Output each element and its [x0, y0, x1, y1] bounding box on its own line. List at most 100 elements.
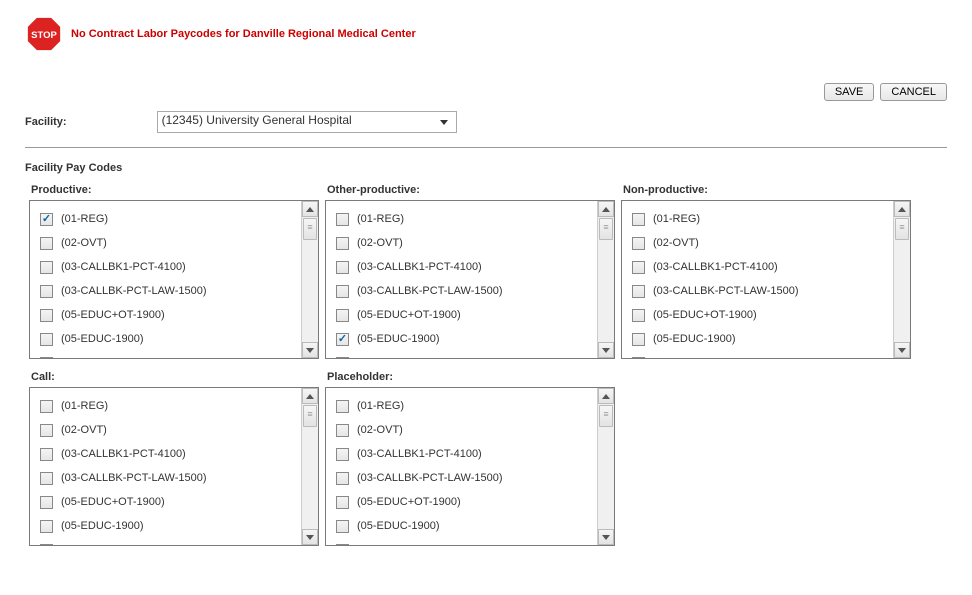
panel-placeholder-wrap: Placeholder: (01-REG) (02-OVT) (03-CALLBK1… [321, 371, 617, 558]
list-item: (01-REG) [40, 394, 290, 418]
checkbox[interactable] [336, 472, 349, 485]
scroll-down-icon[interactable] [894, 342, 910, 358]
checkbox[interactable] [40, 261, 53, 274]
panel-placeholder-label: Placeholder: [327, 371, 617, 383]
scroll-up-icon[interactable] [894, 201, 910, 217]
panel-productive-label: Productive: [31, 184, 321, 196]
scrollbar[interactable] [301, 388, 318, 545]
checkbox[interactable] [336, 400, 349, 413]
list-item: (05-EDUC+OT-1900) [40, 303, 290, 327]
scroll-thumb[interactable] [303, 218, 317, 240]
list-item-label: (03-CALLBK1-PCT-4100) [357, 448, 482, 460]
checkbox[interactable] [632, 309, 645, 322]
checkbox[interactable] [40, 424, 53, 437]
checkbox[interactable] [632, 213, 645, 226]
list-item: (03-CALLBK-PCT-LAW-1500) [40, 466, 290, 490]
scrollbar[interactable] [597, 388, 614, 545]
list-item-label: (01-REG) [61, 213, 108, 225]
panel-placeholder-list: (01-REG)(02-OVT)(03-CALLBK1-PCT-4100)(03… [326, 388, 596, 545]
panel-call-label: Call: [31, 371, 321, 383]
checkbox[interactable] [40, 400, 53, 413]
checkbox[interactable] [336, 333, 349, 346]
checkbox[interactable] [40, 213, 53, 226]
list-item: (02-OVT) [40, 418, 290, 442]
panel-call-list: (01-REG)(02-OVT)(03-CALLBK1-PCT-4100)(03… [30, 388, 300, 545]
checkbox[interactable] [40, 520, 53, 533]
scroll-thumb[interactable] [895, 218, 909, 240]
list-item: (02-OVT) [336, 418, 586, 442]
checkbox[interactable] [336, 357, 349, 359]
list-item-label: (03-CALLBK-PCT-LAW-1500) [61, 285, 207, 297]
checkbox[interactable] [632, 357, 645, 359]
checkbox[interactable] [336, 448, 349, 461]
list-item-label: (05-EDUC+OT-1900) [653, 309, 757, 321]
warning-text: No Contract Labor Paycodes for Danville … [71, 28, 416, 40]
list-item-label: (06-EIB-1400) [357, 357, 426, 358]
facility-selected-value: (12345) University General Hospital [162, 113, 352, 127]
cancel-button[interactable]: CANCEL [880, 83, 947, 101]
list-item: (03-CALLBK-PCT-LAW-1500) [40, 279, 290, 303]
scrollbar[interactable] [893, 201, 910, 358]
checkbox[interactable] [336, 309, 349, 322]
checkbox[interactable] [632, 285, 645, 298]
checkbox[interactable] [40, 237, 53, 250]
scroll-up-icon[interactable] [598, 201, 614, 217]
scroll-up-icon[interactable] [302, 388, 318, 404]
list-item: (02-OVT) [40, 231, 290, 255]
scroll-thumb[interactable] [599, 218, 613, 240]
facility-select[interactable]: (12345) University General Hospital [157, 111, 457, 133]
list-item: (05-EDUC-1900) [336, 514, 586, 538]
checkbox[interactable] [40, 285, 53, 298]
scrollbar[interactable] [597, 201, 614, 358]
checkbox[interactable] [40, 496, 53, 509]
checkbox[interactable] [40, 448, 53, 461]
list-item: (05-EDUC+OT-1900) [336, 490, 586, 514]
list-item: (02-OVT) [336, 231, 586, 255]
panel-placeholder: (01-REG)(02-OVT)(03-CALLBK1-PCT-4100)(03… [325, 387, 615, 546]
list-item-label: (05-EDUC+OT-1900) [61, 496, 165, 508]
list-item-label: (05-EDUC-1900) [653, 333, 736, 345]
scroll-thumb[interactable] [599, 405, 613, 427]
list-item-label: (01-REG) [61, 400, 108, 412]
list-item-label: (02-OVT) [357, 237, 403, 249]
list-item: (06-EIB-1400) [40, 351, 290, 358]
panel-non-productive-label: Non-productive: [623, 184, 913, 196]
checkbox[interactable] [336, 237, 349, 250]
checkbox[interactable] [632, 237, 645, 250]
scrollbar[interactable] [301, 201, 318, 358]
scroll-up-icon[interactable] [302, 201, 318, 217]
scroll-up-icon[interactable] [598, 388, 614, 404]
scroll-down-icon[interactable] [302, 342, 318, 358]
checkbox[interactable] [336, 520, 349, 533]
checkbox[interactable] [336, 424, 349, 437]
panel-other-productive-list: (01-REG)(02-OVT)(03-CALLBK1-PCT-4100)(03… [326, 201, 596, 358]
list-item: (05-EDUC+OT-1900) [632, 303, 882, 327]
list-item: (03-CALLBK1-PCT-4100) [336, 255, 586, 279]
panel-non-productive: (01-REG)(02-OVT)(03-CALLBK1-PCT-4100)(03… [621, 200, 911, 359]
list-item: (03-CALLBK-PCT-LAW-1500) [336, 279, 586, 303]
checkbox[interactable] [336, 285, 349, 298]
list-item-label: (01-REG) [653, 213, 700, 225]
list-item: (01-REG) [336, 394, 586, 418]
scroll-down-icon[interactable] [598, 342, 614, 358]
scroll-down-icon[interactable] [598, 529, 614, 545]
checkbox[interactable] [40, 357, 53, 359]
save-button[interactable]: SAVE [824, 83, 875, 101]
checkbox[interactable] [336, 213, 349, 226]
checkbox[interactable] [336, 496, 349, 509]
checkbox[interactable] [40, 544, 53, 546]
checkbox[interactable] [40, 472, 53, 485]
list-item-label: (06-EIB-1400) [357, 544, 426, 545]
checkbox[interactable] [336, 544, 349, 546]
list-item-label: (02-OVT) [357, 424, 403, 436]
scroll-thumb[interactable] [303, 405, 317, 427]
panel-non-productive-list: (01-REG)(02-OVT)(03-CALLBK1-PCT-4100)(03… [622, 201, 892, 358]
checkbox[interactable] [40, 333, 53, 346]
checkbox[interactable] [336, 261, 349, 274]
checkbox[interactable] [632, 333, 645, 346]
checkbox[interactable] [632, 261, 645, 274]
checkbox[interactable] [40, 309, 53, 322]
action-buttons: SAVE CANCEL [25, 83, 947, 101]
list-item-label: (02-OVT) [61, 424, 107, 436]
scroll-down-icon[interactable] [302, 529, 318, 545]
